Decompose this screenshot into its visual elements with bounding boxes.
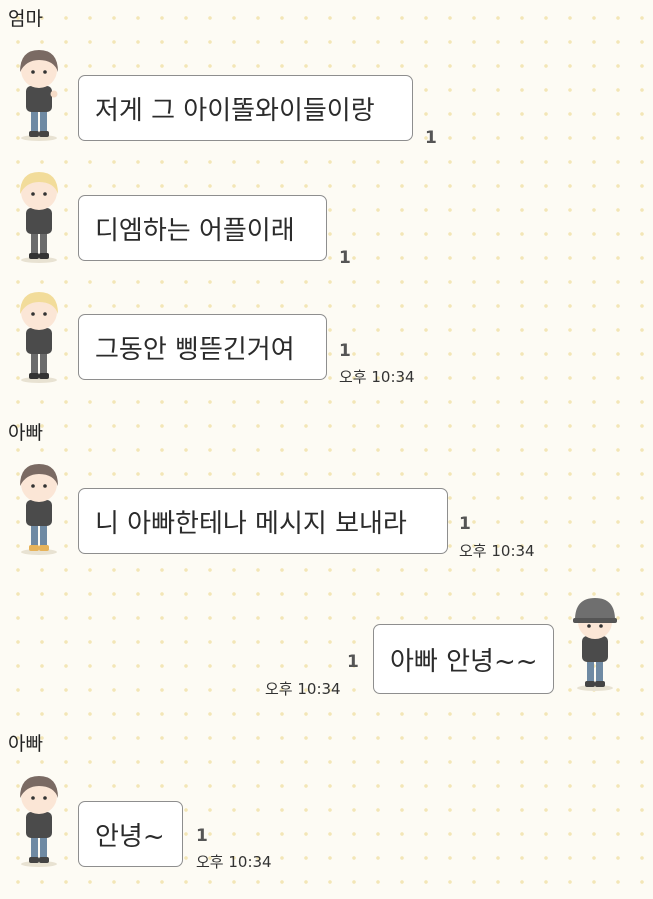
message-bubble-outgoing[interactable]: 아빠 안녕~~	[373, 624, 554, 694]
message-bubble[interactable]: 니 아빠한테나 메시지 보내라	[78, 488, 448, 554]
sender-name-mom: 엄마	[8, 8, 43, 30]
message-bubble[interactable]: 저게 그 아이똘와이들이랑	[78, 75, 413, 141]
profile-avatar-icon[interactable]	[4, 42, 74, 142]
profile-avatar-icon[interactable]	[560, 592, 630, 692]
message-bubble[interactable]: 디엠하는 어플이래	[78, 195, 327, 261]
message-text: 그동안 삥뜯긴거여	[95, 334, 295, 365]
profile-avatar-icon[interactable]	[4, 164, 74, 264]
unread-count: 1	[339, 341, 351, 361]
unread-count: 1	[425, 128, 437, 148]
timestamp: 오후 10:34	[196, 853, 272, 871]
message-text: 아빠 안녕~~	[390, 646, 538, 677]
sender-name-dad: 아빠	[8, 733, 43, 755]
message-text: 안녕~	[95, 821, 165, 852]
unread-count: 1	[347, 652, 359, 672]
unread-count: 1	[339, 248, 351, 268]
timestamp: 오후 10:34	[459, 542, 535, 560]
profile-avatar-icon[interactable]	[4, 768, 74, 868]
sender-name-dad: 아빠	[8, 422, 43, 444]
unread-count: 1	[196, 826, 208, 846]
unread-count: 1	[459, 514, 471, 534]
timestamp: 오후 10:34	[339, 368, 415, 386]
profile-avatar-icon[interactable]	[4, 456, 74, 556]
profile-avatar-icon[interactable]	[4, 284, 74, 384]
message-bubble[interactable]: 그동안 삥뜯긴거여	[78, 314, 327, 380]
message-text: 저게 그 아이똘와이들이랑	[95, 95, 375, 126]
timestamp: 오후 10:34	[265, 680, 341, 698]
message-bubble[interactable]: 안녕~	[78, 801, 183, 867]
message-text: 니 아빠한테나 메시지 보내라	[95, 508, 407, 539]
message-text: 디엠하는 어플이래	[95, 215, 295, 246]
